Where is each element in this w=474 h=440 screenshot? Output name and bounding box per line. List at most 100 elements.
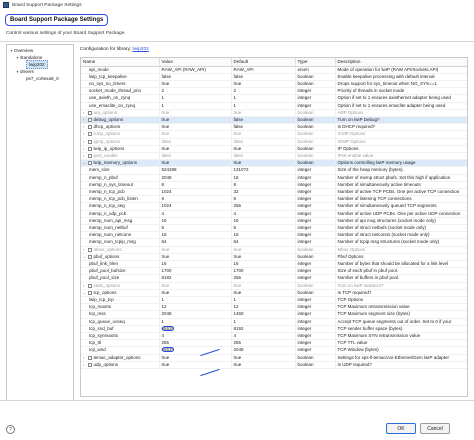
setting-value-cell[interactable]: 2048 bbox=[159, 310, 232, 319]
table-row[interactable]: tcp_wnd 65535 2048 integer TCP Window (bytes… bbox=[81, 346, 467, 355]
table-row[interactable]: memp_n_tcp_pcb_listen 8 8 integer Number of … bbox=[81, 195, 467, 204]
table-row[interactable]: › lwip_ip_options true true boolean IP Option… bbox=[81, 145, 467, 153]
setting-value-cell[interactable]: true bbox=[159, 289, 232, 298]
table-row[interactable]: memp_n_tcp_seg 1024 256 integer Number of si… bbox=[81, 202, 467, 211]
setting-value-cell[interactable]: 16 bbox=[159, 260, 232, 269]
table-row[interactable]: pbuf_pool_bufsize 1700 1700 integer Size of … bbox=[81, 267, 467, 276]
setting-value-cell[interactable]: true bbox=[159, 145, 232, 153]
table-row[interactable]: lwip_tcp_keepalive false false boolean Enabl… bbox=[81, 73, 467, 81]
table-row[interactable]: pbuf_link_hlen 16 16 integer Number of bytes… bbox=[81, 260, 467, 269]
setting-value-cell[interactable]: 1 bbox=[159, 318, 232, 326]
setting-value-cell[interactable]: true bbox=[159, 130, 232, 139]
table-row[interactable]: memp_n_sys_timeout 8 8 integer Number of sim… bbox=[81, 181, 467, 189]
table-row[interactable]: tcp_snd_buf 65535 8192 integer TCP sender bu… bbox=[81, 325, 467, 334]
row-checkbox[interactable] bbox=[88, 154, 92, 159]
setting-value-cell[interactable]: 12 bbox=[159, 303, 232, 312]
col-header-type[interactable]: Type bbox=[295, 58, 336, 67]
table-row[interactable]: memp_num_api_msg 16 16 integer Number of api… bbox=[81, 217, 467, 225]
table-row[interactable]: no_sys_no_timers true true boolean Drops sup… bbox=[81, 80, 467, 89]
setting-value-cell[interactable]: 1024 bbox=[159, 188, 232, 197]
help-icon[interactable]: ? bbox=[6, 425, 15, 434]
table-row[interactable]: mem_size 524288 131072 integer Size of the h… bbox=[81, 166, 467, 175]
table-row[interactable]: socket_mode_thread_prio 2 2 integer Priority… bbox=[81, 87, 467, 96]
table-row[interactable]: tcp_mss 2048 1460 integer TCP Maximum segmen… bbox=[81, 310, 467, 319]
col-header-default[interactable]: Default bbox=[231, 58, 296, 67]
row-checkbox[interactable] bbox=[88, 118, 92, 123]
setting-value-cell[interactable]: 4 bbox=[159, 210, 232, 218]
setting-value-cell[interactable]: 1 bbox=[159, 296, 232, 305]
table-row[interactable]: tcp_queue_ooseq 1 1 integer Accept TCP queue… bbox=[81, 318, 467, 326]
table-row[interactable]: ⌄ pbuf_options true true boolean Pbuf Options bbox=[81, 253, 467, 261]
table-row[interactable]: use_emaclite_on_zynq 1 1 integer Option if s… bbox=[81, 102, 467, 110]
table-row[interactable]: lwip_tcp_tcp 1 1 integer TCP Options bbox=[81, 296, 467, 305]
setting-value-cell[interactable]: 8 bbox=[159, 224, 232, 233]
row-checkbox[interactable] bbox=[88, 132, 92, 137]
setting-value-cell[interactable]: 1024 bbox=[159, 202, 232, 211]
row-checkbox[interactable] bbox=[88, 139, 92, 144]
setting-value-cell[interactable]: 16 bbox=[159, 217, 232, 225]
tree-item[interactable]: ps7_cortexa9_0 bbox=[9, 75, 71, 82]
table-row[interactable]: memp_num_netbuf 8 8 integer Number of struct… bbox=[81, 224, 467, 233]
tree-item[interactable]: lwip202 bbox=[9, 60, 71, 69]
table-row[interactable]: pbuf_pool_size 8192 256 integer Number of bu… bbox=[81, 274, 467, 283]
setting-value-cell[interactable]: false bbox=[159, 73, 232, 81]
table-row[interactable]: › arp_options true true boolean ARP Options bbox=[81, 109, 467, 117]
table-row[interactable]: api_mode RAW_API (RAW_API) RAW_API enum Mode… bbox=[81, 66, 467, 74]
setting-value-cell[interactable]: 8 bbox=[159, 195, 232, 204]
col-header-description[interactable]: Description bbox=[335, 58, 467, 67]
row-checkbox[interactable] bbox=[88, 161, 92, 166]
setting-value-cell[interactable]: 1 bbox=[159, 94, 232, 103]
table-row[interactable]: › dhcp_options true false boolean Is DHCP req… bbox=[81, 123, 467, 132]
setting-value-cell[interactable]: 64 bbox=[159, 238, 232, 247]
table-row[interactable]: memp_n_udp_pcb 4 4 integer Number of active … bbox=[81, 210, 467, 218]
table-row[interactable]: memp_num_tcpip_msg 64 64 integer Number of t… bbox=[81, 238, 467, 247]
tree-item[interactable]: ▾ drivers bbox=[9, 68, 71, 75]
row-checkbox[interactable] bbox=[88, 247, 92, 252]
table-row[interactable]: › mbox_options true true boolean Mbox Options bbox=[81, 246, 467, 254]
table-row[interactable]: tcp_ttl 255 255 integer TCP TTL value bbox=[81, 339, 467, 348]
col-header-name[interactable]: Name bbox=[81, 58, 160, 67]
setting-value-cell[interactable]: true bbox=[159, 109, 232, 117]
ok-button[interactable]: OK bbox=[386, 423, 416, 434]
table-row[interactable]: ⌄ lwip_memory_options true true boolean Optio… bbox=[81, 159, 467, 168]
setting-value-cell[interactable]: true bbox=[159, 361, 232, 370]
setting-value-cell[interactable]: true bbox=[159, 80, 232, 89]
table-row[interactable]: memp_n_tcp_pcb 1024 32 integer Number of act… bbox=[81, 188, 467, 197]
row-checkbox[interactable] bbox=[88, 283, 92, 288]
setting-value-cell[interactable]: 8 bbox=[159, 181, 232, 189]
table-row[interactable]: › temac_adapter_options true true boolean Set… bbox=[81, 354, 467, 362]
setting-value-cell[interactable]: true bbox=[159, 253, 232, 261]
table-row[interactable]: › udp_options true true boolean Is UDP requir… bbox=[81, 361, 467, 370]
row-checkbox[interactable] bbox=[88, 125, 92, 130]
tree-item[interactable]: ▾ Overview bbox=[9, 47, 71, 54]
settings-tree[interactable]: ▾ Overview ▾ standalone lwip202 ▾ drivers ps7_c… bbox=[6, 44, 74, 414]
table-row[interactable]: ⌄ tcp_options true true boolean Is TCP requir… bbox=[81, 289, 467, 298]
setting-value-cell[interactable]: 1700 bbox=[159, 267, 232, 276]
setting-value-cell[interactable]: 65535 bbox=[159, 325, 232, 334]
table-row[interactable]: › igmp_options false false boolean IGMP Optio… bbox=[81, 138, 467, 146]
setting-value-cell[interactable]: true bbox=[159, 123, 232, 132]
setting-value-cell[interactable]: 255 bbox=[159, 339, 232, 348]
table-row[interactable]: › stats_options true true boolean Turn on lwI… bbox=[81, 282, 467, 290]
row-checkbox[interactable] bbox=[88, 362, 92, 367]
table-row[interactable]: use_axieth_on_zynq 1 1 integer Option if set… bbox=[81, 94, 467, 103]
setting-value-cell[interactable]: 65535 bbox=[159, 346, 232, 355]
table-row[interactable]: › debug_options true false boolean Turn on lw… bbox=[81, 116, 467, 125]
setting-value-cell[interactable]: 4 bbox=[159, 332, 232, 341]
setting-value-cell[interactable]: 1 bbox=[159, 102, 232, 110]
setting-value-cell[interactable]: 16 bbox=[159, 231, 232, 240]
row-checkbox[interactable] bbox=[88, 110, 92, 115]
row-checkbox[interactable] bbox=[88, 355, 92, 360]
setting-value-cell[interactable]: 2048 bbox=[159, 174, 232, 182]
table-row[interactable]: tcp_synmaxrtx 4 4 integer TCP Maximum SYN re… bbox=[81, 332, 467, 341]
config-library-link[interactable]: lwip202 bbox=[133, 47, 149, 52]
setting-value-cell[interactable]: RAW_API (RAW_API) bbox=[159, 66, 232, 74]
setting-value-cell[interactable]: false bbox=[159, 138, 232, 146]
setting-value-cell[interactable]: true bbox=[159, 246, 232, 254]
table-row[interactable]: tcp_maxrtx 12 12 integer TCP Maximum retrans… bbox=[81, 303, 467, 312]
table-row[interactable]: memp_n_pbuf 2048 16 integer Number of memp s… bbox=[81, 174, 467, 182]
table-row[interactable]: memp_num_netconn 16 16 integer Number of str… bbox=[81, 231, 467, 240]
row-checkbox[interactable] bbox=[88, 290, 92, 295]
table-row[interactable]: › ipv6_enable false false boolean IPv6 enable… bbox=[81, 152, 467, 161]
setting-value-cell[interactable]: true bbox=[159, 116, 232, 125]
